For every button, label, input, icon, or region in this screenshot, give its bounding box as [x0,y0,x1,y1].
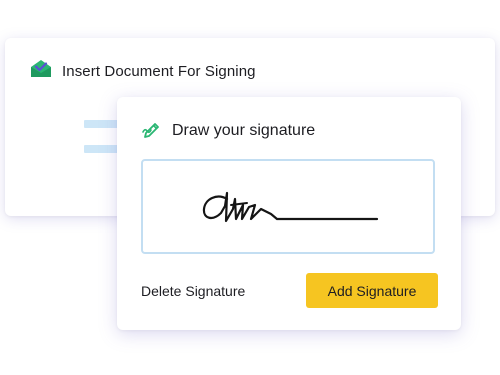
pen-draw-icon [141,120,163,143]
delete-signature-button[interactable]: Delete Signature [141,281,245,301]
draw-signature-title: Draw your signature [172,122,316,139]
draw-signature-dialog: Draw your signature Delete Signature Add… [117,97,461,330]
insert-document-header: Insert Document For Signing [29,58,256,85]
insert-document-title: Insert Document For Signing [62,62,256,80]
envelope-check-icon [29,58,53,85]
draw-signature-header: Draw your signature [141,120,315,142]
placeholder-bar [84,145,120,153]
signature-pad[interactable] [141,159,435,254]
drawn-signature [202,191,379,223]
placeholder-bar [84,120,120,128]
add-signature-button[interactable]: Add Signature [306,273,438,308]
